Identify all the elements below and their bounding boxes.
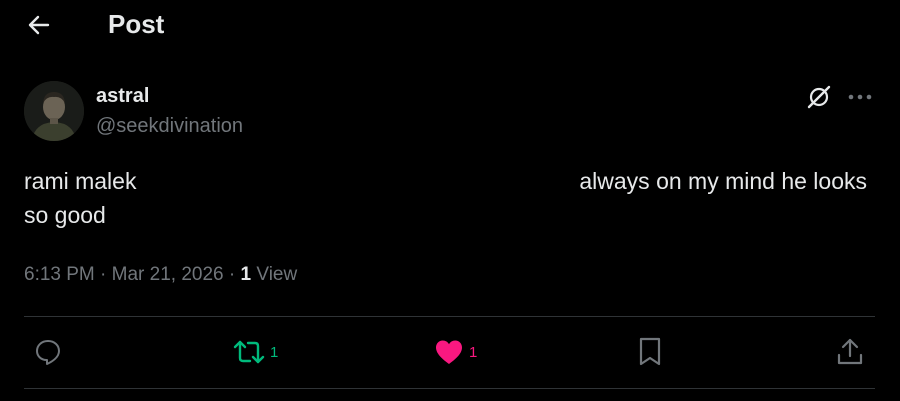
post-meta: 6:13 PM · Mar 21, 2026 · 1 View xyxy=(24,261,297,289)
repost-button[interactable]: 1 xyxy=(232,334,278,370)
post-date[interactable]: Mar 21, 2026 xyxy=(112,264,224,285)
views-label: View xyxy=(256,264,298,285)
more-horizontal-icon xyxy=(848,94,872,100)
more-options-button[interactable] xyxy=(845,82,875,112)
repost-count: 1 xyxy=(270,343,279,361)
arrow-left-icon xyxy=(28,15,50,35)
repost-icon xyxy=(232,337,266,367)
avatar[interactable] xyxy=(24,81,84,141)
like-button[interactable]: 1 xyxy=(433,334,477,370)
post-text-part: always on my mind he looks xyxy=(579,168,867,194)
heart-icon xyxy=(433,337,465,367)
meta-separator: · xyxy=(228,264,236,285)
post-time[interactable]: 6:13 PM xyxy=(24,264,95,285)
like-count: 1 xyxy=(469,343,478,361)
top-header: Post xyxy=(0,0,900,48)
divider xyxy=(24,316,875,317)
grok-icon xyxy=(806,84,832,110)
reply-button[interactable] xyxy=(33,334,63,370)
post-text-part: rami malek xyxy=(24,168,137,194)
bookmark-icon xyxy=(636,336,664,368)
reply-icon xyxy=(33,337,63,367)
post-text-part: so good xyxy=(24,202,106,228)
back-button[interactable] xyxy=(22,8,56,42)
views-count: 1 xyxy=(240,264,252,285)
divider xyxy=(24,388,875,389)
share-icon xyxy=(835,337,865,367)
page-title: Post xyxy=(108,9,165,39)
author-display-name[interactable]: astral xyxy=(96,83,149,109)
author-handle[interactable]: @seekdivination xyxy=(96,113,243,139)
grok-button[interactable] xyxy=(804,82,834,112)
share-button[interactable] xyxy=(835,334,865,370)
bookmark-button[interactable] xyxy=(636,334,664,370)
meta-separator: · xyxy=(100,264,107,285)
post-text: rami malek always on my mind he looks so… xyxy=(24,164,874,232)
